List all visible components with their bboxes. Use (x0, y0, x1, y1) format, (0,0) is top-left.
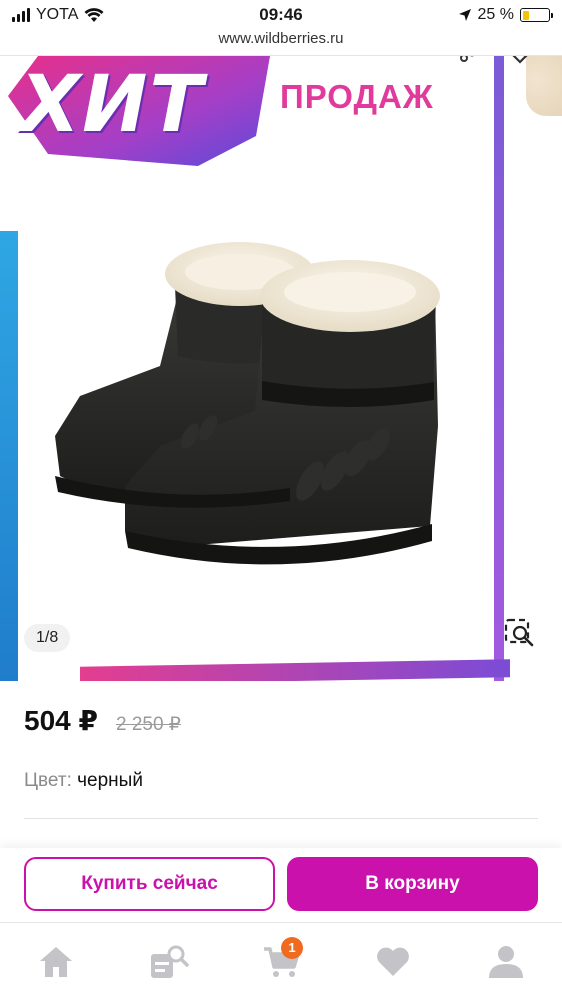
catalog-search-icon (150, 945, 189, 978)
color-label: Цвет: (24, 770, 72, 791)
price-row: 504 ₽ 2 250 ₽ (24, 704, 181, 737)
profile-icon (488, 945, 523, 978)
banner-frame-right (494, 56, 504, 681)
banner-frame-bottom (80, 659, 510, 681)
url-text: www.wildberries.ru (218, 30, 344, 47)
add-to-cart-button[interactable]: В корзину (287, 857, 538, 911)
carrier-name: YOTA (36, 6, 79, 23)
status-bar: YOTA 09:46 25 % (0, 0, 562, 30)
nav-favorites[interactable] (363, 937, 423, 987)
battery-icon (520, 8, 553, 22)
color-row[interactable]: Цвет: черный (24, 770, 143, 792)
bottom-navigation: 1 (0, 922, 562, 1000)
nav-profile[interactable] (476, 937, 536, 987)
banner-sales-text: ПРОДАЖ (280, 78, 434, 115)
divider (24, 818, 538, 819)
home-icon (40, 946, 73, 977)
product-photo-boots (55, 242, 440, 565)
product-image-gallery[interactable]: ХИТ ПРОДАЖ 1/8 (0, 56, 562, 681)
banner-frame-left (0, 231, 18, 681)
banner-hit-text: ХИТ (20, 60, 205, 150)
favorite-heart-icon[interactable] (508, 56, 532, 66)
battery-percent: 25 % (477, 6, 514, 23)
url-bar[interactable]: www.wildberries.ru (0, 30, 562, 56)
price-current: 504 ₽ (24, 705, 98, 736)
share-icon[interactable] (456, 56, 478, 66)
price-old: 2 250 ₽ (115, 714, 181, 735)
wifi-icon (84, 7, 104, 22)
status-left: YOTA (12, 6, 104, 24)
status-time: 09:46 (259, 5, 303, 24)
nav-cart[interactable]: 1 (251, 936, 311, 987)
cart-count-badge: 1 (280, 936, 303, 959)
color-value: черный (77, 770, 143, 791)
signal-icon (12, 8, 30, 22)
nav-catalog[interactable] (139, 937, 199, 987)
buy-now-button[interactable]: Купить сейчас (24, 857, 275, 911)
location-arrow-icon (458, 9, 471, 21)
heart-icon (377, 947, 410, 976)
nav-home[interactable] (26, 937, 86, 987)
status-right: 25 % (458, 6, 553, 24)
zoom-search-icon[interactable] (504, 618, 536, 648)
image-counter: 1/8 (24, 624, 71, 652)
